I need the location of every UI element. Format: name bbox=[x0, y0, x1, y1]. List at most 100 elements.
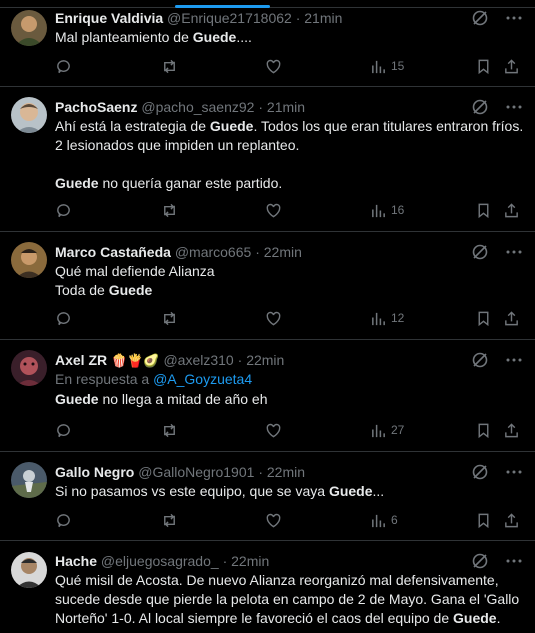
author-handle[interactable]: @GalloNegro1901 bbox=[138, 464, 254, 480]
avatar[interactable] bbox=[11, 97, 47, 133]
bookmark-button[interactable] bbox=[475, 420, 492, 440]
tweet-actions: 15 bbox=[55, 56, 525, 76]
bookmark-icon bbox=[478, 59, 489, 74]
tweet-text: Qué mal defiende Alianza Toda de Guede bbox=[55, 263, 215, 298]
more-icon[interactable] bbox=[505, 9, 523, 27]
tweet-item[interactable]: Gallo Negro @GalloNegro1901 · 22min Si n… bbox=[0, 452, 535, 541]
author-name[interactable]: Enrique Valdivia bbox=[55, 10, 163, 26]
tweet-item[interactable]: Hache @eljuegosagrado_ · 22min Qué misil… bbox=[0, 541, 535, 633]
retweet-button[interactable] bbox=[161, 510, 178, 530]
tweet-item[interactable]: Enrique Valdivia @Enrique21718062 · 21mi… bbox=[0, 8, 535, 87]
tweet-item[interactable]: PachoSaenz @pacho_saenz92 · 21min Ahí es… bbox=[0, 87, 535, 232]
retweet-icon bbox=[164, 59, 175, 73]
views-count: 12 bbox=[391, 311, 405, 325]
grok-icon[interactable] bbox=[471, 9, 489, 27]
grok-icon[interactable] bbox=[471, 243, 489, 261]
bookmark-button[interactable] bbox=[475, 200, 492, 220]
author-name[interactable]: Gallo Negro bbox=[55, 464, 134, 480]
avatar[interactable] bbox=[11, 552, 47, 588]
retweet-button[interactable] bbox=[161, 56, 178, 76]
timestamp[interactable]: 22min bbox=[246, 352, 284, 368]
reply-prefix: En respuesta a bbox=[55, 371, 150, 387]
more-icon[interactable] bbox=[505, 98, 523, 116]
like-button[interactable] bbox=[265, 200, 282, 220]
views-icon bbox=[372, 424, 385, 437]
share-button[interactable] bbox=[503, 56, 520, 76]
tweet-item[interactable]: Axel ZR 🍿🍟🥑 @axelz310 · 22min En respues… bbox=[0, 340, 535, 452]
author-name[interactable]: Axel ZR bbox=[55, 352, 107, 368]
share-button[interactable] bbox=[503, 420, 520, 440]
timestamp[interactable]: 22min bbox=[231, 553, 269, 569]
author-name[interactable]: Hache bbox=[55, 553, 97, 569]
retweet-button[interactable] bbox=[161, 420, 178, 440]
views-button[interactable]: 6 bbox=[370, 510, 398, 530]
author-name[interactable]: PachoSaenz bbox=[55, 99, 137, 115]
author-handle[interactable]: @Enrique21718062 bbox=[167, 10, 292, 26]
share-icon bbox=[505, 512, 518, 527]
tweet-header: Marco Castañeda @marco665 · 22min bbox=[55, 242, 525, 262]
more-icon[interactable] bbox=[505, 243, 523, 261]
share-icon bbox=[505, 422, 518, 437]
author-handle[interactable]: @axelz310 bbox=[163, 352, 233, 368]
heart-icon bbox=[266, 203, 281, 217]
like-button[interactable] bbox=[265, 308, 282, 328]
bookmark-button[interactable] bbox=[475, 56, 492, 76]
reply-icon bbox=[57, 203, 70, 217]
bookmark-button[interactable] bbox=[475, 510, 492, 530]
reply-button[interactable] bbox=[55, 308, 72, 328]
tweet-actions: 12 bbox=[55, 308, 525, 328]
author-handle[interactable]: @pacho_saenz92 bbox=[141, 99, 254, 115]
reply-button[interactable] bbox=[55, 510, 72, 530]
grok-icon[interactable] bbox=[471, 552, 489, 570]
timestamp[interactable]: 22min bbox=[267, 464, 305, 480]
tweet-header: Gallo Negro @GalloNegro1901 · 22min bbox=[55, 462, 525, 482]
share-icon bbox=[505, 310, 518, 325]
heart-icon bbox=[266, 423, 281, 437]
avatar[interactable] bbox=[11, 242, 47, 278]
tweet-header: PachoSaenz @pacho_saenz92 · 21min bbox=[55, 97, 525, 117]
views-button[interactable]: 15 bbox=[370, 56, 404, 76]
reply-button[interactable] bbox=[55, 420, 72, 440]
more-icon[interactable] bbox=[505, 552, 523, 570]
views-button[interactable]: 27 bbox=[370, 420, 404, 440]
separator: · bbox=[222, 553, 228, 569]
bookmark-icon bbox=[478, 311, 489, 326]
views-button[interactable]: 12 bbox=[370, 308, 404, 328]
timestamp[interactable]: 21min bbox=[304, 10, 342, 26]
retweet-button[interactable] bbox=[161, 308, 178, 328]
grok-icon[interactable] bbox=[471, 351, 489, 369]
like-button[interactable] bbox=[265, 510, 282, 530]
avatar[interactable] bbox=[11, 462, 47, 498]
retweet-icon bbox=[164, 423, 175, 437]
like-button[interactable] bbox=[265, 56, 282, 76]
share-button[interactable] bbox=[503, 510, 520, 530]
avatar[interactable] bbox=[11, 10, 47, 46]
avatar[interactable] bbox=[11, 350, 47, 386]
views-count: 16 bbox=[391, 203, 405, 217]
share-button[interactable] bbox=[503, 200, 520, 220]
reply-button[interactable] bbox=[55, 56, 72, 76]
reply-icon bbox=[57, 513, 70, 527]
timestamp[interactable]: 21min bbox=[267, 99, 305, 115]
author-name[interactable]: Marco Castañeda bbox=[55, 244, 171, 260]
retweet-button[interactable] bbox=[161, 200, 178, 220]
tweet-text: Mal planteamiento de Guede.... bbox=[55, 29, 252, 45]
author-handle[interactable]: @marco665 bbox=[175, 244, 251, 260]
like-button[interactable] bbox=[265, 420, 282, 440]
grok-icon[interactable] bbox=[471, 463, 489, 481]
bookmark-button[interactable] bbox=[475, 308, 492, 328]
grok-icon[interactable] bbox=[471, 98, 489, 116]
reply-button[interactable] bbox=[55, 200, 72, 220]
timestamp[interactable]: 22min bbox=[264, 244, 302, 260]
views-count: 15 bbox=[391, 59, 405, 73]
author-handle[interactable]: @eljuegosagrado_ bbox=[101, 553, 219, 569]
more-icon[interactable] bbox=[505, 463, 523, 481]
heart-icon bbox=[266, 513, 281, 527]
views-button[interactable]: 16 bbox=[370, 200, 404, 220]
share-button[interactable] bbox=[503, 308, 520, 328]
reply-mention-link[interactable]: @A_Goyzueta4 bbox=[153, 371, 252, 387]
more-icon[interactable] bbox=[505, 351, 523, 369]
views-icon bbox=[372, 312, 385, 325]
tweet-item[interactable]: Marco Castañeda @marco665 · 22min Qué ma… bbox=[0, 232, 535, 340]
retweet-icon bbox=[164, 513, 175, 527]
